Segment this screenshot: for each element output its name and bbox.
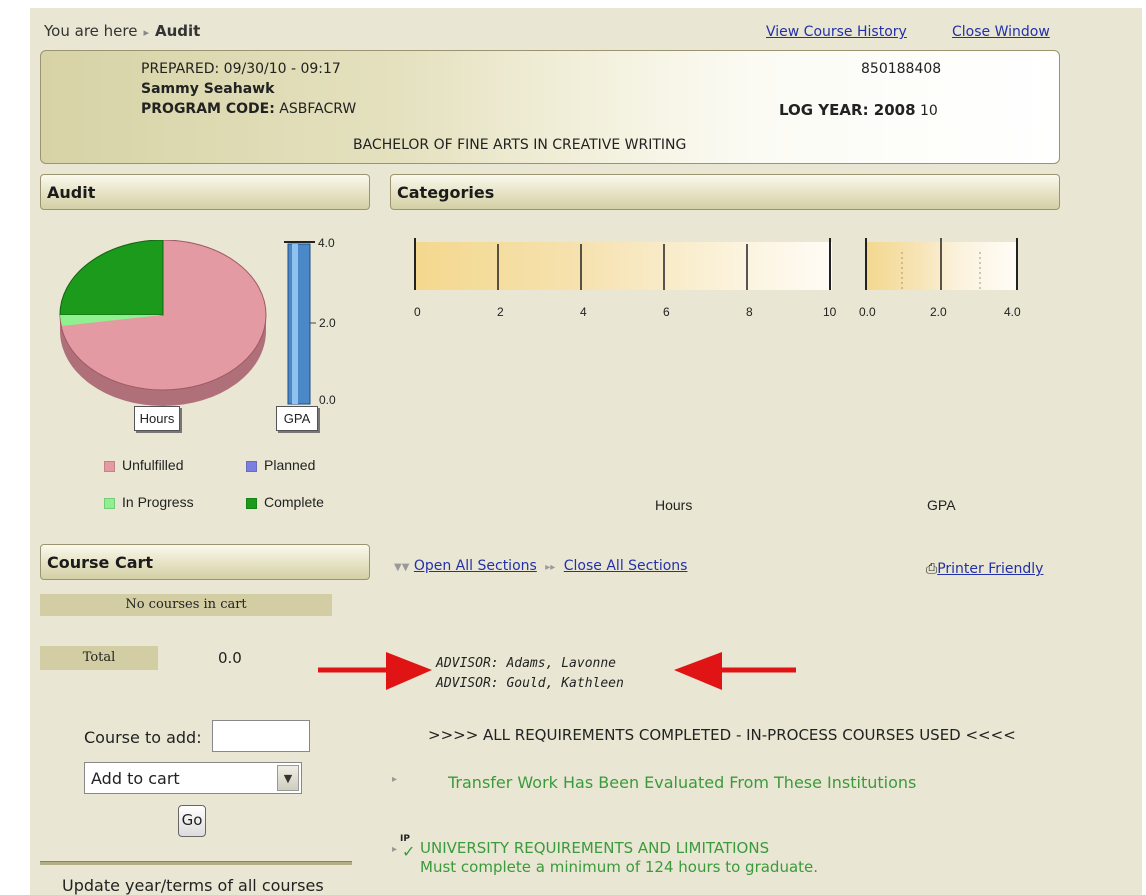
university-requirements-subtitle: Must complete a minimum of 124 hours to …	[420, 858, 819, 876]
legend-planned: Planned	[246, 457, 315, 473]
gpa-cat-tick-0: 0.0	[859, 305, 876, 319]
advisor-1: ADVISOR: Adams, Lavonne	[436, 656, 617, 671]
hours-tick-0: 0	[414, 305, 421, 319]
log-year-label: LOG YEAR: 2008	[779, 101, 916, 119]
legend-label: Complete	[264, 494, 324, 510]
program-code: PROGRAM CODE: ASBFACRW	[141, 101, 356, 117]
gpa-cat-tick-2: 2.0	[930, 305, 947, 319]
pie-slice-complete	[59, 240, 164, 316]
student-info-panel: PREPARED: 09/30/10 - 09:17 850188408 Sam…	[40, 50, 1060, 164]
categories-hours-caption: Hours	[655, 497, 693, 513]
legend-label: In Progress	[122, 494, 194, 510]
collapse-all-icon: ▸▸	[545, 562, 556, 573]
gpa-tick-2: 2.0	[319, 316, 336, 330]
legend-in-progress: In Progress	[104, 494, 194, 510]
hours-pie-chart	[59, 240, 267, 406]
requirements-status: >>>> ALL REQUIREMENTS COMPLETED - IN-PRO…	[428, 726, 1016, 744]
legend-unfulfilled: Unfulfilled	[104, 457, 183, 473]
course-cart-header: Course Cart	[40, 544, 370, 580]
audit-page: You are here ▸ Audit View Course History C…	[30, 8, 1142, 895]
categories-hours-axis	[414, 238, 831, 290]
gpa-cat-tick-4: 4.0	[1004, 305, 1021, 319]
update-year-terms-link[interactable]: Update year/terms of all courses	[62, 876, 324, 895]
legend-swatch	[104, 497, 115, 509]
program-code-value: ASBFACRW	[279, 101, 357, 117]
student-name: Sammy Seahawk	[141, 81, 275, 97]
legend-complete: Complete	[246, 494, 324, 510]
breadcrumb-current: Audit	[154, 22, 201, 40]
expand-icon[interactable]: ▸	[392, 774, 397, 785]
add-to-cart-select[interactable]: Add to cart ▼	[84, 762, 302, 794]
go-button[interactable]: Go	[178, 805, 206, 837]
close-all-sections-link[interactable]: Close All Sections	[564, 558, 688, 574]
course-to-add-input[interactable]	[212, 720, 310, 752]
university-requirements-title[interactable]: UNIVERSITY REQUIREMENTS AND LIMITATIONS	[420, 839, 769, 857]
expand-all-icon: ▼▼	[394, 562, 410, 573]
breadcrumb-prefix: You are here	[44, 22, 138, 40]
hours-tick-6: 6	[663, 305, 670, 319]
printer-friendly[interactable]: ⎙Printer Friendly	[926, 558, 1043, 577]
chevron-down-icon[interactable]: ▼	[277, 765, 299, 791]
red-arrow-right	[674, 652, 796, 690]
gpa-bar-chart	[284, 241, 316, 405]
cart-divider	[40, 861, 352, 865]
printer-friendly-link[interactable]: Printer Friendly	[937, 561, 1043, 577]
legend-swatch	[104, 460, 115, 472]
legend-swatch	[246, 497, 257, 509]
view-course-history-link[interactable]: View Course History	[766, 24, 907, 40]
hours-tick-10: 10	[823, 305, 837, 319]
program-code-label: PROGRAM CODE:	[141, 101, 275, 117]
open-all-sections-link[interactable]: Open All Sections	[414, 558, 537, 574]
breadcrumb: You are here ▸ Audit	[44, 22, 200, 40]
hours-tick-4: 4	[580, 305, 587, 319]
gpa-bar-highlight	[292, 244, 298, 404]
close-window-link[interactable]: Close Window	[952, 24, 1050, 40]
degree-title: BACHELOR OF FINE ARTS IN CREATIVE WRITIN…	[353, 137, 687, 153]
student-id: 850188408	[861, 61, 942, 77]
breadcrumb-separator-icon: ▸	[143, 26, 149, 39]
legend-label: Unfulfilled	[122, 457, 184, 473]
log-year-term: 10	[920, 103, 938, 119]
course-to-add-label: Course to add:	[84, 728, 202, 747]
expand-icon[interactable]: ▸	[392, 844, 397, 855]
select-value: Add to cart	[91, 769, 180, 788]
legend-label: Planned	[264, 457, 316, 473]
gpa-chart-label: GPA	[276, 406, 318, 431]
printer-icon: ⎙	[926, 561, 938, 577]
prepared-date: PREPARED: 09/30/10 - 09:17	[141, 61, 341, 77]
in-progress-check-icon: ✓	[402, 842, 416, 861]
gpa-bar	[287, 243, 311, 405]
gpa-tick-0: 0.0	[319, 393, 336, 407]
categories-gpa-axis	[865, 238, 1018, 290]
categories-gpa-caption: GPA	[927, 497, 956, 513]
advisor-2: ADVISOR: Gould, Kathleen	[436, 676, 624, 691]
cart-empty-message: No courses in cart	[40, 594, 332, 616]
hours-tick-2: 2	[497, 305, 504, 319]
cart-total-value: 0.0	[218, 649, 242, 667]
gpa-tick-4: 4.0	[318, 236, 335, 250]
log-year: LOG YEAR: 2008 10	[779, 101, 938, 119]
categories-header: Categories	[390, 174, 1060, 210]
transfer-work-section[interactable]: Transfer Work Has Been Evaluated From Th…	[448, 773, 916, 792]
hours-chart-label: Hours	[134, 406, 180, 431]
hours-tick-8: 8	[746, 305, 753, 319]
legend-swatch	[246, 460, 257, 472]
section-controls: ▼▼ Open All Sections ▸▸ Close All Sectio…	[394, 558, 687, 574]
cart-total-label: Total	[40, 646, 158, 670]
audit-header: Audit	[40, 174, 370, 210]
red-arrow-left	[318, 652, 432, 690]
